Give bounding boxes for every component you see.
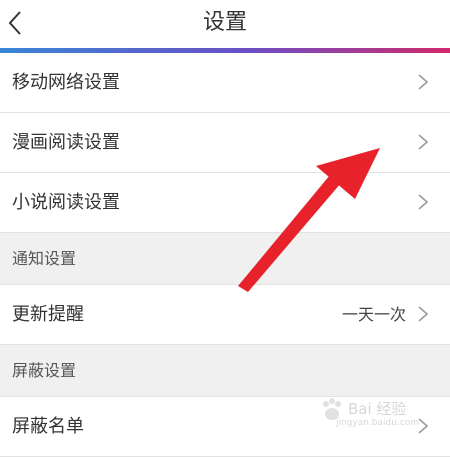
row-label: 漫画阅读设置: [12, 132, 120, 153]
chevron-right-icon: [418, 194, 429, 210]
section-header-notifications: 通知设置: [0, 233, 450, 285]
row-update-reminder[interactable]: 更新提醒 一天一次: [0, 285, 450, 345]
row-mobile-network[interactable]: 移动网络设置: [0, 53, 450, 113]
row-novel-reading[interactable]: 小说阅读设置: [0, 173, 450, 233]
chevron-right-icon: [418, 74, 429, 90]
baidu-watermark: Bai 经验 jingyan.baidu.com: [318, 394, 428, 434]
header-bar: 设置: [0, 0, 450, 48]
chevron-right-icon: [418, 134, 429, 150]
chevron-right-icon: [418, 306, 429, 322]
row-value: 一天一次: [341, 305, 406, 324]
section-label: 屏蔽设置: [12, 361, 77, 380]
section-label: 通知设置: [12, 249, 77, 268]
row-label: 小说阅读设置: [12, 192, 120, 213]
watermark-text: Bai 经验: [348, 400, 407, 418]
row-comic-reading[interactable]: 漫画阅读设置: [0, 113, 450, 173]
watermark-subtext: jingyan.baidu.com: [336, 418, 420, 428]
row-label: 屏蔽名单: [12, 416, 84, 437]
row-label: 更新提醒: [12, 304, 84, 325]
page-title: 设置: [202, 10, 247, 35]
section-header-block: 屏蔽设置: [0, 345, 450, 397]
row-label: 移动网络设置: [12, 72, 120, 93]
